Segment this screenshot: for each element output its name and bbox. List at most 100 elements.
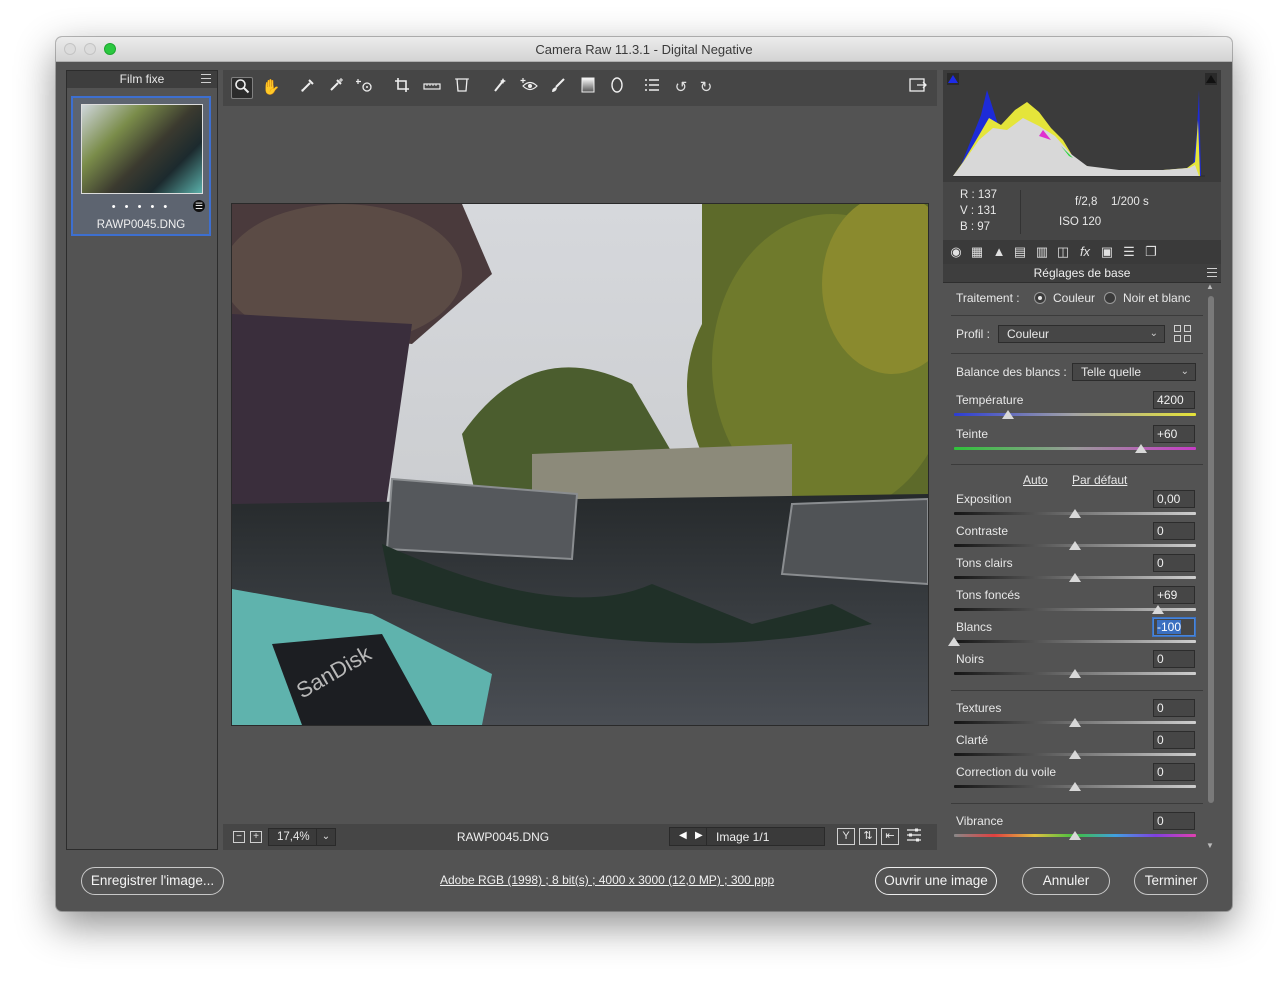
shadows-field[interactable]: +69 (1153, 586, 1195, 604)
preview-preferences-icon[interactable] (905, 828, 923, 845)
preview-bottom-bar: − + 17,4% ⌄ RAWP0045.DNG ◀ ▶ Image 1/1 Y… (223, 824, 937, 850)
before-after-view-button[interactable]: Y (837, 828, 855, 845)
dehaze-slider-handle[interactable] (1069, 782, 1081, 791)
treatment-color-radio[interactable] (1034, 292, 1046, 304)
dehaze-field[interactable]: 0 (1153, 763, 1195, 781)
shadows-label: Tons foncés (956, 588, 1021, 602)
workflow-options-link[interactable]: Adobe RGB (1998) ; 8 bit(s) ; 4000 x 300… (440, 873, 774, 887)
image-preview-area: SanDisk (223, 106, 937, 822)
profile-select[interactable]: Couleur ⌄ (998, 325, 1165, 343)
filmstrip-header: Film fixe (67, 71, 217, 88)
presets-list-tool-icon[interactable] (641, 77, 663, 99)
presets-tab-icon[interactable]: ☰ (1120, 243, 1138, 261)
exposure-field[interactable]: 0,00 (1153, 490, 1195, 508)
exif-aperture: f/2,8 (1075, 196, 1098, 208)
hsl-tab-icon[interactable]: ▤ (1011, 243, 1029, 261)
graduated-filter-tool-icon[interactable] (577, 77, 599, 99)
readout-r: R : 137 (960, 189, 998, 201)
whites-slider[interactable] (954, 640, 1196, 643)
rotate-cw-icon[interactable]: ↻ (695, 77, 717, 99)
snapshots-tab-icon[interactable]: ❐ (1142, 243, 1160, 261)
shadows-slider-handle[interactable] (1152, 605, 1164, 614)
panel-scrollbar[interactable]: ▲ ▼ (1206, 282, 1215, 850)
adjustment-brush-tool-icon[interactable] (547, 77, 569, 99)
white-balance-select[interactable]: Telle quelle ⌄ (1072, 363, 1196, 381)
open-image-button[interactable]: Ouvrir une image (875, 867, 997, 895)
panel-menu-icon[interactable] (1207, 268, 1217, 277)
clarity-field[interactable]: 0 (1153, 731, 1195, 749)
texture-field[interactable]: 0 (1153, 699, 1195, 717)
scroll-down-icon[interactable]: ▼ (1206, 841, 1214, 850)
split-toning-tab-icon[interactable]: ▥ (1033, 243, 1051, 261)
treatment-color-label[interactable]: Couleur (1053, 291, 1095, 305)
radial-filter-tool-icon[interactable] (606, 77, 628, 99)
contrast-label: Contraste (956, 524, 1009, 538)
done-button[interactable]: Terminer (1134, 867, 1208, 895)
color-sampler-tool-icon[interactable] (325, 77, 347, 99)
treatment-bw-radio[interactable] (1104, 292, 1116, 304)
red-eye-tool-icon[interactable] (518, 77, 540, 99)
hand-tool-icon[interactable]: ✋ (260, 77, 282, 99)
whites-field-value: -100 (1157, 620, 1182, 634)
nav-divider (706, 828, 707, 845)
filmstrip-thumbnail[interactable]: • • • • • ☰ RAWP0045.DNG (71, 96, 211, 236)
vibrance-label: Vibrance (956, 814, 1004, 828)
highlights-slider-handle[interactable] (1069, 573, 1081, 582)
profile-browser-icon[interactable] (1174, 325, 1192, 343)
blacks-slider-handle[interactable] (1069, 669, 1081, 678)
clarity-label: Clarté (956, 733, 989, 747)
previous-image-icon[interactable]: ◀ (679, 830, 687, 841)
transform-tool-icon[interactable] (451, 77, 473, 99)
contrast-slider-handle[interactable] (1069, 541, 1081, 550)
auto-link[interactable]: Auto (1023, 473, 1048, 487)
white-balance-value: Telle quelle (1081, 365, 1142, 379)
filmstrip-menu-icon[interactable] (201, 74, 211, 83)
white-balance-tool-icon[interactable] (297, 77, 319, 99)
basic-panel-tab-icon[interactable]: ◉ (947, 243, 965, 261)
copy-settings-icon[interactable]: ⇤ (881, 828, 899, 845)
scrollbar-thumb[interactable] (1208, 296, 1214, 803)
tint-slider[interactable] (954, 447, 1196, 450)
zoom-tool-icon[interactable] (231, 77, 253, 99)
effects-tab-icon[interactable]: fx (1076, 243, 1094, 261)
tone-curve-tab-icon[interactable]: ▦ (968, 243, 986, 261)
histogram (943, 70, 1221, 182)
crop-tool-icon[interactable] (391, 77, 413, 99)
highlights-field[interactable]: 0 (1153, 554, 1195, 572)
vibrance-slider-handle[interactable] (1069, 831, 1081, 840)
tint-field[interactable]: +60 (1153, 425, 1195, 443)
scroll-up-icon[interactable]: ▲ (1206, 282, 1214, 291)
rotate-ccw-icon[interactable]: ↺ (670, 77, 692, 99)
target-adjustment-tool-icon[interactable] (354, 77, 376, 99)
histogram-graph (953, 90, 1205, 177)
calibration-tab-icon[interactable]: ▣ (1098, 243, 1116, 261)
exif-shutter: 1/200 s (1111, 196, 1149, 208)
exposure-slider-handle[interactable] (1069, 509, 1081, 518)
fullscreen-toggle-icon[interactable] (907, 77, 929, 99)
temperature-slider[interactable] (954, 413, 1196, 416)
straighten-tool-icon[interactable] (421, 77, 443, 99)
default-link[interactable]: Par défaut (1072, 473, 1127, 487)
vibrance-field[interactable]: 0 (1153, 812, 1195, 830)
temperature-slider-handle[interactable] (1002, 410, 1014, 419)
next-image-icon[interactable]: ▶ (695, 830, 703, 841)
swap-settings-icon[interactable]: ⇅ (859, 828, 877, 845)
lens-corrections-tab-icon[interactable]: ◫ (1054, 243, 1072, 261)
blacks-field[interactable]: 0 (1153, 650, 1195, 668)
spot-removal-tool-icon[interactable] (489, 77, 511, 99)
cancel-button[interactable]: Annuler (1022, 867, 1110, 895)
contrast-field[interactable]: 0 (1153, 522, 1195, 540)
tint-slider-handle[interactable] (1135, 444, 1147, 453)
rating-dots[interactable]: • • • • • (73, 201, 209, 213)
clarity-slider-handle[interactable] (1069, 750, 1081, 759)
texture-slider-handle[interactable] (1069, 718, 1081, 727)
detail-tab-icon[interactable]: ▲ (990, 243, 1008, 261)
whites-field[interactable]: -100 (1153, 618, 1195, 636)
preview-photo[interactable]: SanDisk (231, 203, 929, 726)
whites-slider-handle[interactable] (948, 637, 960, 646)
highlights-label: Tons clairs (956, 556, 1013, 570)
temperature-field[interactable]: 4200 (1153, 391, 1195, 409)
treatment-bw-label[interactable]: Noir et blanc (1123, 291, 1190, 305)
save-image-button[interactable]: Enregistrer l'image... (81, 867, 224, 895)
blacks-label: Noirs (956, 652, 985, 666)
